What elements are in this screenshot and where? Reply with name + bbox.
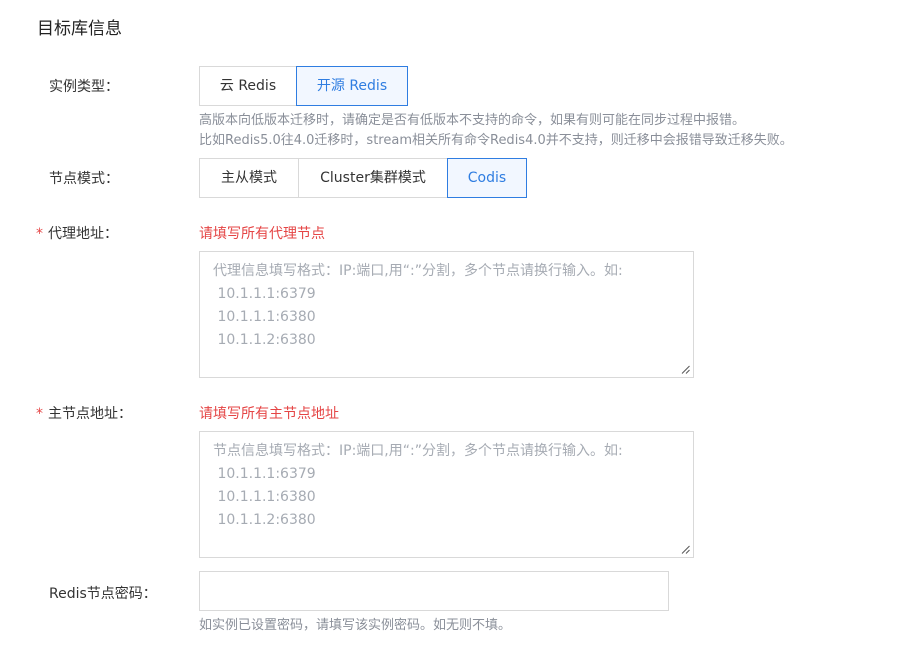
instance-type-option-cloud-redis[interactable]: 云 Redis — [199, 66, 297, 106]
instance-type-hint-line1: 高版本向低版本迁移时，请确定是否有低版本不支持的命令，如果有则可能在同步过程中报… — [199, 113, 746, 128]
required-mark: * — [36, 406, 43, 422]
master-address-placeholder: 节点信息填写格式：IP:端口,用“:”分割，多个节点请换行输入。如: 10.1.… — [213, 443, 623, 528]
node-mode-option-codis[interactable]: Codis — [447, 158, 527, 198]
node-mode-selector: 主从模式 Cluster集群模式 Codis — [199, 158, 527, 198]
node-mode-option-master-slave[interactable]: 主从模式 — [199, 158, 299, 198]
redis-password-label: Redis节点密码： — [49, 586, 157, 602]
instance-type-option-open-source-redis[interactable]: 开源 Redis — [296, 66, 408, 106]
instance-type-label: 实例类型： — [49, 79, 119, 95]
proxy-address-label: * 代理地址： — [36, 223, 118, 243]
node-mode-label: 节点模式： — [49, 171, 119, 187]
redis-password-hint: 如实例已设置密码，请填写该实例密码。如无则不填。 — [199, 618, 512, 633]
proxy-address-error: 请填写所有代理节点 — [199, 226, 325, 242]
required-mark: * — [36, 226, 43, 242]
master-address-label: * 主节点地址： — [36, 403, 132, 423]
resize-handle-icon[interactable] — [681, 365, 690, 374]
redis-password-input[interactable] — [199, 571, 669, 611]
master-address-error: 请填写所有主节点地址 — [199, 406, 339, 422]
master-address-label-text: 主节点地址： — [48, 406, 132, 422]
proxy-address-placeholder: 代理信息填写格式：IP:端口,用“:”分割，多个节点请换行输入。如: 10.1.… — [213, 263, 623, 348]
proxy-address-label-text: 代理地址： — [48, 226, 118, 242]
node-mode-option-cluster[interactable]: Cluster集群模式 — [298, 158, 448, 198]
resize-handle-icon[interactable] — [681, 545, 690, 554]
section-title: 目标库信息 — [37, 19, 122, 39]
instance-type-hint-line2: 比如Redis5.0往4.0迁移时，stream相关所有命令Redis4.0并不… — [199, 133, 793, 148]
instance-type-selector: 云 Redis 开源 Redis — [199, 66, 408, 106]
master-address-textarea[interactable]: 节点信息填写格式：IP:端口,用“:”分割，多个节点请换行输入。如: 10.1.… — [199, 431, 694, 558]
proxy-address-textarea[interactable]: 代理信息填写格式：IP:端口,用“:”分割，多个节点请换行输入。如: 10.1.… — [199, 251, 694, 378]
